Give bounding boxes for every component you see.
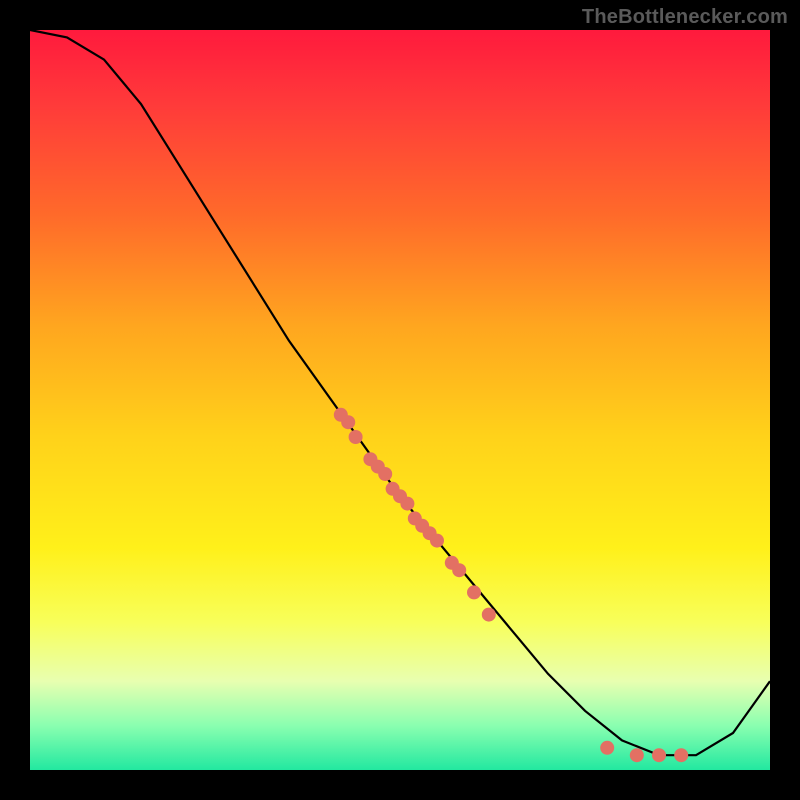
plot-area	[30, 30, 770, 770]
marker-point	[341, 415, 355, 429]
marker-point	[652, 748, 666, 762]
marker-point	[674, 748, 688, 762]
marker-point	[482, 608, 496, 622]
curve-line	[30, 30, 770, 755]
marker-point	[467, 585, 481, 599]
watermark-text: TheBottlenecker.com	[582, 6, 788, 29]
marker-point	[430, 534, 444, 548]
chart-frame: TheBottlenecker.com	[0, 0, 800, 800]
marker-point	[400, 497, 414, 511]
marker-point	[452, 563, 466, 577]
marker-group	[334, 408, 688, 762]
marker-point	[630, 748, 644, 762]
chart-overlay-svg	[30, 30, 770, 770]
marker-point	[600, 741, 614, 755]
marker-point	[378, 467, 392, 481]
marker-point	[349, 430, 363, 444]
